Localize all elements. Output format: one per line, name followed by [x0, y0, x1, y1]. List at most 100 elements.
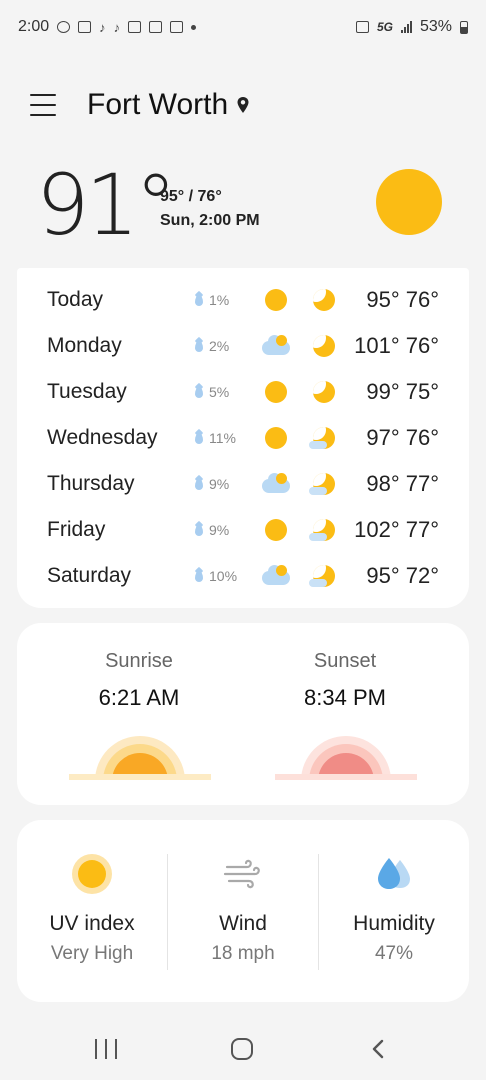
wind-section[interactable]: Wind 18 mph: [168, 820, 318, 1002]
sunny-icon: [262, 380, 290, 404]
location-pin-icon: [237, 97, 249, 113]
sun-times-card: Sunrise 6:21 AM Sunset 8:34 PM: [17, 623, 469, 805]
system-nav-bar: [0, 1018, 486, 1080]
precip-chance: 1%: [195, 292, 229, 308]
forecast-day: Thursday: [47, 472, 135, 495]
moon-cloud-icon: [309, 564, 337, 588]
weather-details-card: UV index Very High Wind 18 mph Humidity …: [17, 820, 469, 1002]
precip-value: 11%: [209, 430, 236, 446]
precip-chance: 2%: [195, 338, 229, 354]
raindrop-icon: [195, 340, 203, 352]
partly-cloudy-icon: [262, 334, 290, 358]
news-icon-3: [170, 21, 184, 33]
sunrise-time: 6:21 AM: [98, 685, 180, 710]
recent-apps-button[interactable]: [95, 1039, 117, 1059]
precip-value: 1%: [209, 292, 230, 308]
sunrise-icon: [69, 736, 211, 780]
sunrise-label: Sunrise: [105, 650, 173, 672]
more-notifications-icon: [191, 24, 197, 30]
raindrop-icon: [195, 524, 203, 536]
forecast-temps: 99° 75°: [366, 379, 439, 404]
forecast-row[interactable]: Saturday 10% 95° 72°: [17, 553, 469, 599]
forecast-day: Wednesday: [47, 426, 158, 449]
moon-icon: [309, 288, 337, 312]
tiktok-icon: ♪: [99, 19, 106, 35]
battery-percent: 53%: [419, 18, 452, 35]
wind-label: Wind: [219, 912, 267, 935]
moon-icon: [309, 334, 337, 358]
partly-cloudy-icon: [262, 472, 290, 496]
uv-icon: [72, 854, 112, 894]
high-low-temp: 95° / 76°: [160, 188, 222, 205]
sunset-label: Sunset: [313, 650, 377, 672]
moon-cloud-icon: [309, 472, 337, 496]
moon-cloud-icon: [309, 426, 337, 450]
forecast-temps: 98° 77°: [366, 471, 439, 496]
daily-forecast-card: Today 1% 95° 76° Monday 2% 101° 76° Tuesday 5% 9…: [17, 268, 469, 608]
precip-value: 10%: [209, 568, 238, 584]
humidity-value: 47%: [374, 943, 414, 964]
current-weather[interactable]: 91° 95° / 76° Sun, 2:00 PM: [0, 160, 486, 260]
sunny-icon: [262, 518, 290, 542]
wind-icon: [223, 859, 260, 889]
forecast-temps: 95° 72°: [366, 563, 439, 588]
sunset-icon: [275, 736, 417, 780]
precip-chance: 5%: [195, 384, 229, 400]
forecast-day: Saturday: [47, 564, 132, 587]
raindrop-icon: [195, 432, 203, 444]
precip-chance: 11%: [195, 430, 236, 446]
status-right: 5G 53%: [355, 18, 468, 36]
nfc-icon: [355, 21, 369, 33]
precip-value: 2%: [209, 338, 230, 354]
sunny-icon: [262, 426, 290, 450]
forecast-day: Friday: [47, 518, 106, 541]
sun-icon: [376, 169, 442, 235]
network-type: 5G: [376, 20, 393, 34]
raindrop-icon: [195, 570, 203, 582]
humidity-icon: [378, 858, 410, 889]
forecast-day: Today: [47, 288, 104, 311]
battery-icon: [460, 20, 468, 34]
forecast-temps: 101° 76°: [354, 333, 439, 358]
current-datetime: Sun, 2:00 PM: [160, 212, 260, 229]
forecast-row[interactable]: Wednesday 11% 97° 76°: [17, 415, 469, 461]
news-icon-2: [149, 21, 163, 33]
humidity-section[interactable]: Humidity 47%: [319, 820, 469, 1002]
humidity-label: Humidity: [353, 912, 435, 935]
location-title[interactable]: Fort Worth: [87, 88, 250, 122]
status-bar: 2:00 ♪ ♪ 5G 53%: [0, 0, 486, 54]
forecast-row[interactable]: Monday 2% 101° 76°: [17, 323, 469, 369]
uv-index-section[interactable]: UV index Very High: [17, 820, 167, 1002]
forecast-temps: 102° 77°: [354, 517, 439, 542]
messenger-icon: [57, 21, 71, 33]
status-time: 2:00: [18, 18, 50, 35]
forecast-row[interactable]: Friday 9% 102° 77°: [17, 507, 469, 553]
raindrop-icon: [195, 478, 203, 490]
menu-icon[interactable]: [30, 94, 56, 116]
current-temp: 91°: [36, 156, 177, 254]
sunset-time: 8:34 PM: [304, 685, 386, 710]
forecast-day: Tuesday: [47, 380, 127, 403]
precip-value: 5%: [209, 384, 230, 400]
forecast-row[interactable]: Thursday 9% 98° 77°: [17, 461, 469, 507]
raindrop-icon: [195, 294, 203, 306]
precip-chance: 9%: [195, 522, 229, 538]
status-left: 2:00 ♪ ♪: [18, 18, 197, 36]
forecast-day: Monday: [47, 334, 122, 357]
back-button[interactable]: [368, 1038, 390, 1060]
home-button[interactable]: [231, 1038, 253, 1060]
uv-label: UV index: [49, 912, 135, 935]
forecast-row[interactable]: Tuesday 5% 99° 75°: [17, 369, 469, 415]
city-name: Fort Worth: [87, 88, 229, 121]
signal-icon: [400, 21, 412, 33]
precip-value: 9%: [209, 476, 230, 492]
calendar-icon: [78, 21, 92, 33]
uv-value: Very High: [50, 943, 134, 964]
precip-chance: 10%: [195, 568, 237, 584]
raindrop-icon: [195, 386, 203, 398]
partly-cloudy-icon: [262, 564, 290, 588]
precip-chance: 9%: [195, 476, 229, 492]
moon-cloud-icon: [309, 518, 337, 542]
forecast-row[interactable]: Today 1% 95° 76°: [17, 277, 469, 323]
forecast-temps: 95° 76°: [366, 287, 439, 312]
